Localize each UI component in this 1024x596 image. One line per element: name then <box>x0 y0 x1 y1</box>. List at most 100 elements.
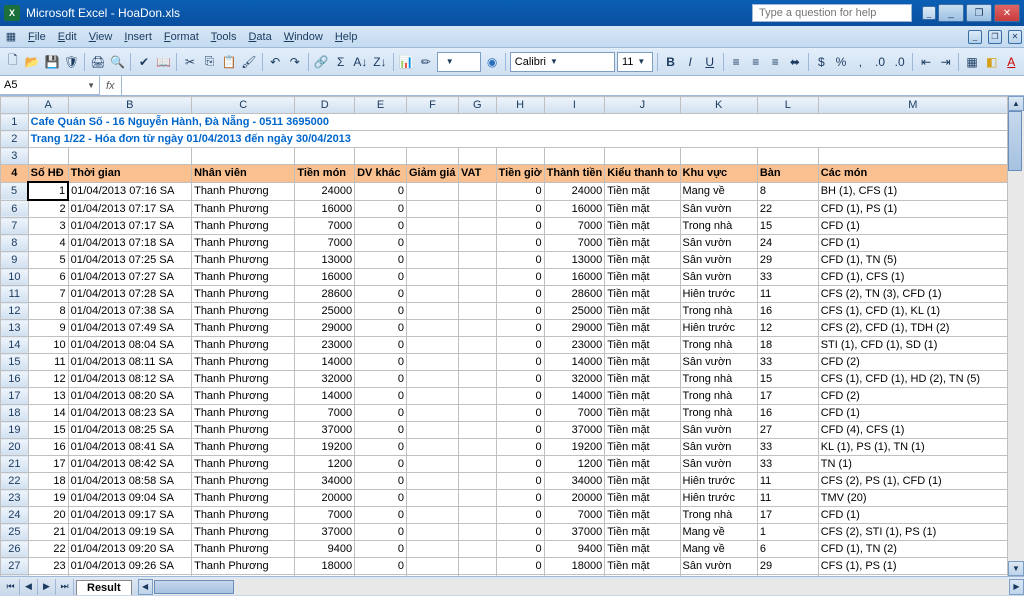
cell-L26[interactable]: 6 <box>757 541 818 558</box>
align-left-icon[interactable]: ≡ <box>727 52 745 72</box>
cell-I25[interactable]: 37000 <box>544 524 605 541</box>
menu-help[interactable]: Help <box>329 29 364 45</box>
cell-E8[interactable]: 0 <box>355 235 407 252</box>
cell-J14[interactable]: Tiền mặt <box>605 337 680 354</box>
cell-L9[interactable]: 29 <box>757 252 818 269</box>
cell-I9[interactable]: 13000 <box>544 252 605 269</box>
cell-F12[interactable] <box>406 303 458 320</box>
cell-M24[interactable]: CFD (1) <box>818 507 1007 524</box>
cell-L15[interactable]: 33 <box>757 354 818 371</box>
cell-B10[interactable]: 01/04/2013 07:27 SA <box>68 269 192 286</box>
workbook-minimize-button[interactable]: _ <box>968 30 982 44</box>
cell-C23[interactable]: Thanh Phương <box>192 490 295 507</box>
row-header-7[interactable]: 7 <box>1 218 29 235</box>
cell-E22[interactable]: 0 <box>355 473 407 490</box>
cell-A6[interactable]: 2 <box>28 200 68 218</box>
cell-F6[interactable] <box>406 200 458 218</box>
cell-L5[interactable]: 8 <box>757 182 818 200</box>
cell-G18[interactable] <box>458 405 496 422</box>
cell-H8[interactable]: 0 <box>496 235 544 252</box>
cell-M9[interactable]: CFD (1), TN (5) <box>818 252 1007 269</box>
cell-B6[interactable]: 01/04/2013 07:17 SA <box>68 200 192 218</box>
formula-input[interactable] <box>122 76 1024 95</box>
cell-H14[interactable]: 0 <box>496 337 544 354</box>
horizontal-scrollbar[interactable]: ◀ ▶ <box>138 579 1024 595</box>
cell-F21[interactable] <box>406 456 458 473</box>
cell-A7[interactable]: 3 <box>28 218 68 235</box>
cell-G11[interactable] <box>458 286 496 303</box>
cell-M15[interactable]: CFD (2) <box>818 354 1007 371</box>
cell-B24[interactable]: 01/04/2013 09:17 SA <box>68 507 192 524</box>
cell-E7[interactable]: 0 <box>355 218 407 235</box>
cell-I20[interactable]: 19200 <box>544 439 605 456</box>
cell-D28[interactable]: 9400 <box>295 575 355 577</box>
cell-L28[interactable]: 20 <box>757 575 818 577</box>
cell-K28[interactable]: Trong nhà <box>680 575 757 577</box>
cell-B22[interactable]: 01/04/2013 08:58 SA <box>68 473 192 490</box>
cell-B19[interactable]: 01/04/2013 08:25 SA <box>68 422 192 439</box>
cell-B7[interactable]: 01/04/2013 07:17 SA <box>68 218 192 235</box>
menu-window[interactable]: Window <box>278 29 329 45</box>
cell-J10[interactable]: Tiền mặt <box>605 269 680 286</box>
row-header-9[interactable]: 9 <box>1 252 29 269</box>
cell-M22[interactable]: CFS (2), PS (1), CFD (1) <box>818 473 1007 490</box>
tab-nav-first-icon[interactable]: ⏮ <box>2 579 20 595</box>
cell-L11[interactable]: 11 <box>757 286 818 303</box>
cell-A11[interactable]: 7 <box>28 286 68 303</box>
cell-H24[interactable]: 0 <box>496 507 544 524</box>
cell-G13[interactable] <box>458 320 496 337</box>
row-header-16[interactable]: 16 <box>1 371 29 388</box>
cell-B18[interactable]: 01/04/2013 08:23 SA <box>68 405 192 422</box>
print-icon[interactable]: 🖨 <box>89 52 107 72</box>
cell-B15[interactable]: 01/04/2013 08:11 SA <box>68 354 192 371</box>
chart-icon[interactable]: 📊 <box>398 52 416 72</box>
cell-J25[interactable]: Tiền mặt <box>605 524 680 541</box>
cell-G28[interactable] <box>458 575 496 577</box>
column-header-L[interactable]: L <box>757 97 818 114</box>
cell-J3[interactable] <box>605 148 680 165</box>
cell-A17[interactable]: 13 <box>28 388 68 405</box>
cell-J21[interactable]: Tiền mặt <box>605 456 680 473</box>
cell-E24[interactable]: 0 <box>355 507 407 524</box>
cell-D10[interactable]: 16000 <box>295 269 355 286</box>
cell-K8[interactable]: Sân vườn <box>680 235 757 252</box>
cell-K26[interactable]: Mang về <box>680 541 757 558</box>
cell-A15[interactable]: 11 <box>28 354 68 371</box>
cell-F20[interactable] <box>406 439 458 456</box>
cell-B17[interactable]: 01/04/2013 08:20 SA <box>68 388 192 405</box>
row-header-17[interactable]: 17 <box>1 388 29 405</box>
select-all-corner[interactable] <box>1 97 29 114</box>
column-header-I[interactable]: I <box>544 97 605 114</box>
cell-G12[interactable] <box>458 303 496 320</box>
cell-D12[interactable]: 25000 <box>295 303 355 320</box>
cell-C18[interactable]: Thanh Phương <box>192 405 295 422</box>
cell-K22[interactable]: Hiên trước <box>680 473 757 490</box>
cell-J15[interactable]: Tiền mặt <box>605 354 680 371</box>
cell-L27[interactable]: 29 <box>757 558 818 575</box>
cell-I5[interactable]: 24000 <box>544 182 605 200</box>
copy-icon[interactable]: ⎘ <box>201 52 219 72</box>
cell-D14[interactable]: 23000 <box>295 337 355 354</box>
row-header-25[interactable]: 25 <box>1 524 29 541</box>
cell-H28[interactable]: 0 <box>496 575 544 577</box>
cell-M12[interactable]: CFS (1), CFD (1), KL (1) <box>818 303 1007 320</box>
cell-E14[interactable]: 0 <box>355 337 407 354</box>
cell-K23[interactable]: Hiên trước <box>680 490 757 507</box>
cell-J18[interactable]: Tiền mặt <box>605 405 680 422</box>
cell-F7[interactable] <box>406 218 458 235</box>
cell-F11[interactable] <box>406 286 458 303</box>
cell-D16[interactable]: 32000 <box>295 371 355 388</box>
save-icon[interactable]: 💾 <box>43 52 61 72</box>
cell-M8[interactable]: CFD (1) <box>818 235 1007 252</box>
cell-C22[interactable]: Thanh Phương <box>192 473 295 490</box>
column-header-D[interactable]: D <box>295 97 355 114</box>
cell-C21[interactable]: Thanh Phương <box>192 456 295 473</box>
sheet-tab-result[interactable]: Result <box>76 580 132 595</box>
cell-J6[interactable]: Tiền mặt <box>605 200 680 218</box>
cell-J22[interactable]: Tiền mặt <box>605 473 680 490</box>
cell-C16[interactable]: Thanh Phương <box>192 371 295 388</box>
cell-L7[interactable]: 15 <box>757 218 818 235</box>
decrease-indent-icon[interactable]: ⇤ <box>917 52 935 72</box>
cell-J26[interactable]: Tiền mặt <box>605 541 680 558</box>
cell-A20[interactable]: 16 <box>28 439 68 456</box>
